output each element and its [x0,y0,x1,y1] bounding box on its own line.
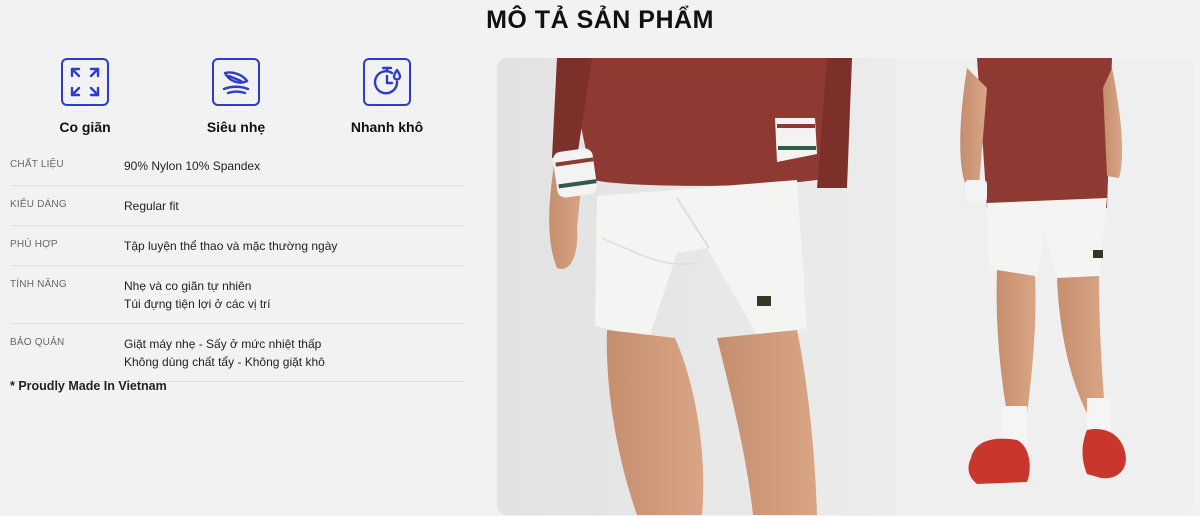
spec-value: 90% Nylon 10% Spandex [124,157,260,175]
spec-value: Tập luyện thể thao và mặc thường ngày [124,237,337,255]
feature-label: Siêu nhẹ [206,119,266,135]
spec-value-line: Không dùng chất tẩy - Không giặt khô [124,355,325,369]
spec-value-line: Tập luyện thể thao và mặc thường ngày [124,239,338,253]
spec-table: CHẤT LIỆU 90% Nylon 10% Spandex KIỂU DÁN… [10,146,465,382]
made-in-note: * Proudly Made In Vietnam [10,379,167,393]
spec-row-material: CHẤT LIỆU 90% Nylon 10% Spandex [10,146,465,186]
feature-quick-dry: Nhanh khô [312,58,462,135]
feature-label: Co giãn [59,119,111,135]
feature-stretch: Co giãn [10,58,160,135]
spec-value-line: Giặt máy nhẹ - Sấy ở mức nhiệt thấp [124,337,322,351]
spec-key: KIỂU DÁNG [10,199,67,210]
spec-value: Nhẹ và co giãn tự nhiên Túi đựng tiện lợ… [124,277,270,313]
product-photo [497,58,1194,515]
spec-value-line: Regular fit [124,199,179,213]
spec-row-features: TÍNH NĂNG Nhẹ và co giãn tự nhiên Túi đự… [10,266,465,324]
quick-dry-timer-icon [363,58,411,106]
spec-row-care: BẢO QUẢN Giặt máy nhẹ - Sấy ở mức nhiệt … [10,324,465,382]
spec-key: BẢO QUẢN [10,337,65,348]
feather-light-icon [212,58,260,106]
spec-key: TÍNH NĂNG [10,279,67,290]
feature-label: Nhanh khô [350,119,424,135]
spec-value-line: Túi đựng tiện lợi ở các vị trí [124,297,271,311]
spec-row-suitable: PHÙ HỢP Tập luyện thể thao và mặc thường… [10,226,465,266]
stretch-icon [61,58,109,106]
spec-key: CHẤT LIỆU [10,159,64,170]
spec-row-fit: KIỂU DÁNG Regular fit [10,186,465,226]
feature-icons-row: Co giãn Siêu nhẹ Nhanh khô [10,58,465,142]
spec-value-line: Nhẹ và co giãn tự nhiên [124,279,252,293]
spec-value: Giặt máy nhẹ - Sấy ở mức nhiệt thấp Khôn… [124,335,325,371]
page-title: MÔ TẢ SẢN PHẨM [486,6,714,34]
feature-lightweight: Siêu nhẹ [161,58,311,135]
spec-value-line: 90% Nylon 10% Spandex [124,159,261,173]
spec-key: PHÙ HỢP [10,239,58,250]
spec-value: Regular fit [124,197,179,215]
